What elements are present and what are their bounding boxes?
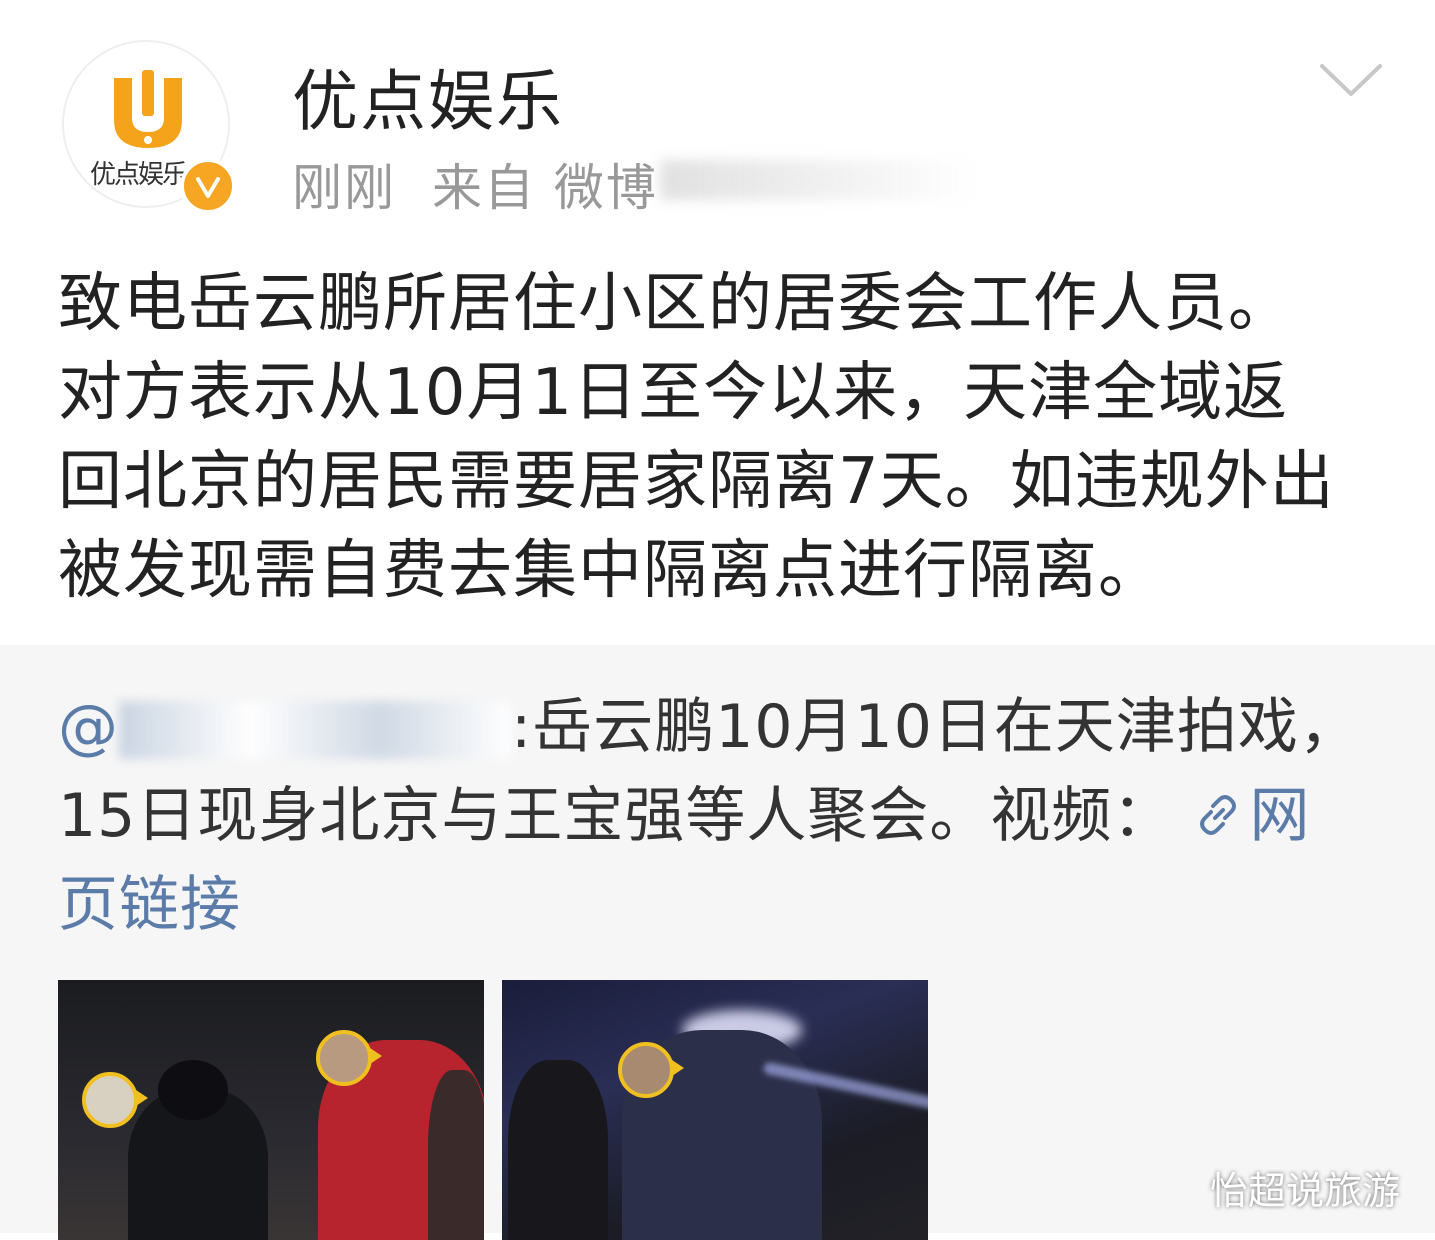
- link-icon: [1200, 795, 1237, 835]
- person-figure: [158, 1060, 228, 1120]
- web-link-label-1: 网: [1249, 781, 1311, 851]
- face-marker: [316, 1030, 382, 1086]
- web-link-continued[interactable]: 页链接: [58, 870, 241, 940]
- mention-link[interactable]: @: [58, 692, 511, 762]
- post-meta: 刚刚 来自 微博: [292, 148, 658, 220]
- post-body: 致电岳云鹏所居住小区的居委会工作人员。 对方表示从10月1日至今以来，天津全域返…: [58, 260, 1388, 616]
- video-thumbnail-1[interactable]: [58, 980, 484, 1240]
- watermark-text: 怡超说旅游: [1210, 1169, 1401, 1213]
- post-line: 回北京的居民需要居家隔离7天。如违规外出: [58, 445, 1335, 519]
- post-line: 对方表示从10月1日至今以来，天津全域返: [58, 356, 1289, 430]
- blurred-source-text: [660, 160, 980, 200]
- face-marker: [82, 1072, 148, 1128]
- repost-card[interactable]: @:岳云鹏10月10日在天津拍戏， 15日现身北京与王宝强等人聚会。视频： 网 …: [0, 645, 1435, 1240]
- post-line: 致电岳云鹏所居住小区的居委会工作人员。: [58, 267, 1293, 341]
- blurred-mention-name: [119, 701, 511, 760]
- chevron-down-icon[interactable]: [1318, 60, 1384, 100]
- web-link[interactable]: 网: [1193, 781, 1310, 851]
- face-marker: [618, 1042, 684, 1098]
- post-line: 被发现需自费去集中隔离点进行隔离。: [58, 534, 1163, 608]
- video-thumbnail-2[interactable]: [502, 980, 928, 1240]
- verified-badge-icon: [180, 158, 236, 214]
- mention-at: @: [58, 692, 119, 762]
- repost-body: @:岳云鹏10月10日在天津拍戏， 15日现身北京与王宝强等人聚会。视频： 网 …: [58, 683, 1388, 950]
- person-figure: [508, 1060, 608, 1240]
- person-figure: [428, 1070, 484, 1240]
- author-name[interactable]: 优点娱乐: [292, 48, 564, 144]
- repost-line-1: :岳云鹏10月10日在天津拍戏，: [511, 692, 1360, 762]
- repost-line-2: 15日现身北京与王宝强等人聚会。视频：: [58, 781, 1174, 851]
- post-source: 来自 微博: [432, 159, 658, 217]
- post-time: 刚刚: [292, 159, 396, 217]
- post-header-area: 优点娱乐 优点娱乐 刚刚 来自 微博 致电岳云鹏所居住小区的居委会工作人员。 对方…: [0, 0, 1435, 645]
- brand-logo-icon: [114, 70, 182, 148]
